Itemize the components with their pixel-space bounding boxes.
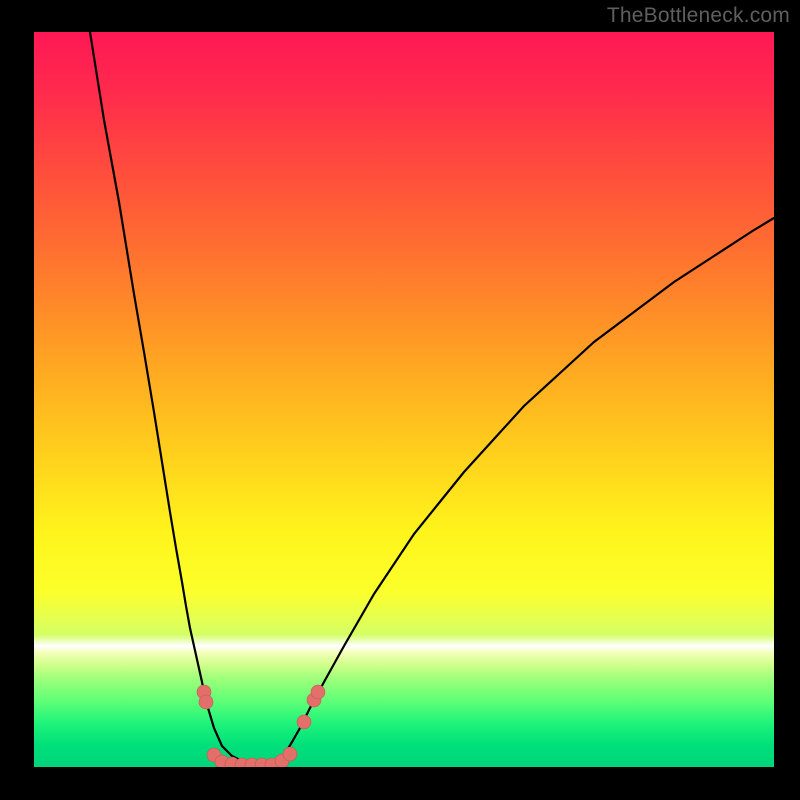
marker-group — [197, 685, 325, 767]
plot-area — [34, 32, 774, 767]
curve-right-branch — [274, 218, 774, 765]
data-marker — [199, 695, 213, 709]
data-marker — [283, 747, 297, 761]
curve-left-branch — [90, 32, 274, 765]
chart-frame: TheBottleneck.com — [0, 0, 800, 800]
curve-overlay — [34, 32, 774, 767]
watermark-text: TheBottleneck.com — [607, 4, 790, 28]
data-marker — [311, 685, 325, 699]
data-marker — [297, 715, 311, 729]
